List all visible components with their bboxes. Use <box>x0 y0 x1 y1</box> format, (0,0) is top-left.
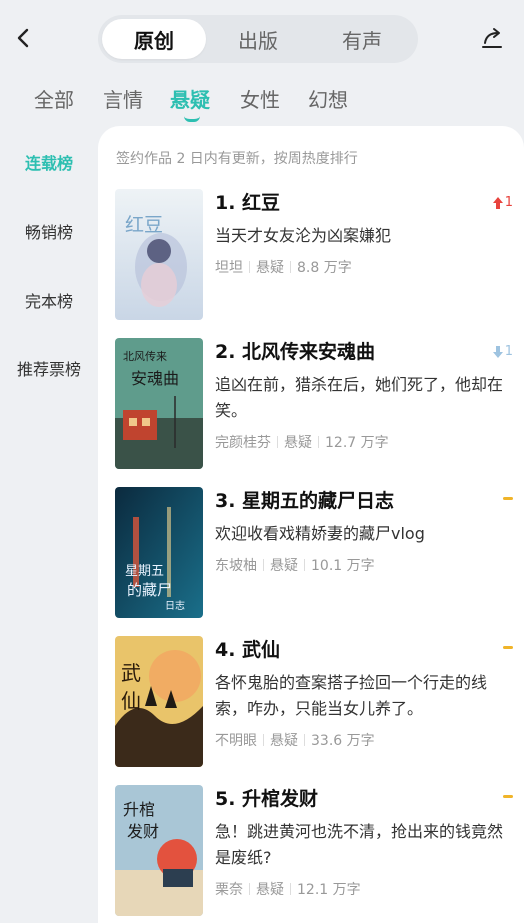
book-meta: 完颜桂芬 悬疑 12.7 万字 <box>215 432 513 452</box>
rank-change-badge <box>503 791 513 798</box>
book-cover: 红豆 <box>115 189 203 320</box>
book-title: 4. 武仙 <box>215 639 281 661</box>
segment-original[interactable]: 原创 <box>102 19 206 59</box>
book-heat: 12.1 万字 <box>297 882 361 898</box>
ranking-sidebar: 连载榜 畅销榜 完本榜 推荐票榜 <box>0 126 98 923</box>
book-author: 坦坦 <box>215 260 243 276</box>
book-title: 1. 红豆 <box>215 192 281 214</box>
sidebar-item-bestseller[interactable]: 畅销榜 <box>0 219 98 243</box>
svg-text:红豆: 红豆 <box>125 214 163 236</box>
sidebar-item-serializing[interactable]: 连载榜 <box>0 150 98 174</box>
rank-change-badge: 1 <box>492 344 513 359</box>
no-change-icon <box>503 497 513 500</box>
book-item[interactable]: 星期五 的藏尸 日志 3. 星期五的藏尸日志 欢迎收看戏精娇妻的藏尸vlog 东… <box>115 487 513 619</box>
book-cover: 武 仙 <box>115 636 203 767</box>
book-item[interactable]: 红豆 1. 红豆 当天才女友沦为凶案嫌犯 坦坦 悬疑 8.8 万字 1 <box>115 189 513 321</box>
book-cover: 升棺 发财 <box>115 785 203 916</box>
segment-published[interactable]: 出版 <box>206 19 310 59</box>
book-description: 各怀鬼胎的查案搭子捡回一个行走的线索，咋办，只能当女儿养了。 <box>215 673 488 718</box>
share-icon <box>482 28 502 48</box>
book-author: 完颜桂芬 <box>215 435 271 451</box>
tab-fantasy[interactable]: 幻想 <box>308 84 348 113</box>
book-genre: 悬疑 <box>270 733 298 749</box>
book-genre: 悬疑 <box>270 558 298 574</box>
book-title: 2. 北风传来安魂曲 <box>215 341 376 363</box>
ranking-list-panel: 签约作品 2 日内有更新，按周热度排行 红豆 1. 红豆 当天才女友沦为凶案嫌犯 <box>98 126 524 923</box>
svg-text:发财: 发财 <box>127 823 159 841</box>
book-title: 3. 星期五的藏尸日志 <box>215 490 395 512</box>
book-meta: 不明眼 悬疑 33.6 万字 <box>215 730 513 750</box>
rank-change-badge <box>503 642 513 649</box>
book-meta: 坦坦 悬疑 8.8 万字 <box>215 257 513 277</box>
top-bar: 原创 出版 有声 <box>0 0 524 78</box>
book-description: 急！跳进黄河也洗不清，抢出来的钱竟然是废纸? <box>215 822 504 867</box>
book-genre: 悬疑 <box>284 435 312 451</box>
svg-text:安魂曲: 安魂曲 <box>131 370 179 388</box>
book-genre: 悬疑 <box>256 260 284 276</box>
svg-text:星期五: 星期五 <box>125 563 164 578</box>
book-item[interactable]: 武 仙 4. 武仙 各怀鬼胎的查案搭子捡回一个行走的线索，咋办，只能当女儿养了。… <box>115 636 513 768</box>
svg-text:仙: 仙 <box>121 690 141 713</box>
svg-text:北风传来: 北风传来 <box>123 350 167 363</box>
no-change-icon <box>503 646 513 649</box>
sidebar-item-recommend-votes[interactable]: 推荐票榜 <box>0 356 98 380</box>
book-item[interactable]: 北风传来 安魂曲 2. 北风传来安魂曲 追凶在前，猎杀在后，她们死了，他却在笑。… <box>115 338 513 470</box>
book-description: 当天才女友沦为凶案嫌犯 <box>215 226 392 245</box>
book-heat: 33.6 万字 <box>311 733 375 749</box>
svg-text:升棺: 升棺 <box>123 801 155 819</box>
share-button[interactable] <box>474 20 510 56</box>
ranking-note: 签约作品 2 日内有更新，按周热度排行 <box>116 151 358 167</box>
rank-change-badge <box>503 493 513 500</box>
active-tab-indicator <box>184 116 200 122</box>
arrow-up-icon <box>492 196 503 209</box>
book-item[interactable]: 升棺 发财 5. 升棺发财 急！跳进黄河也洗不清，抢出来的钱竟然是废纸? 栗奈悬… <box>115 785 513 917</box>
category-tabs: 全部 言情 悬疑 女性 幻想 <box>0 78 524 124</box>
chevron-left-icon <box>17 28 29 48</box>
tab-female[interactable]: 女性 <box>240 84 280 113</box>
source-segment-control: 原创 出版 有声 <box>98 15 418 63</box>
svg-text:日志: 日志 <box>165 599 185 612</box>
segment-audio[interactable]: 有声 <box>310 19 414 59</box>
book-meta: 栗奈 悬疑 12.1 万字 <box>215 879 513 899</box>
sidebar-item-completed[interactable]: 完本榜 <box>0 288 98 312</box>
arrow-down-icon <box>492 345 503 358</box>
svg-text:武: 武 <box>121 662 141 685</box>
book-cover: 北风传来 安魂曲 <box>115 338 203 469</box>
book-heat: 10.1 万字 <box>311 558 375 574</box>
book-description: 欢迎收看戏精娇妻的藏尸vlog <box>215 524 425 543</box>
svg-text:的藏尸: 的藏尸 <box>127 582 172 599</box>
book-meta: 东坡柚 悬疑 10.1 万字 <box>215 555 513 575</box>
book-cover: 星期五 的藏尸 日志 <box>115 487 203 618</box>
tab-romance[interactable]: 言情 <box>103 84 143 113</box>
book-genre: 悬疑 <box>256 882 284 898</box>
book-description: 追凶在前，猎杀在后，她们死了，他却在笑。 <box>215 375 504 420</box>
book-author: 东坡柚 <box>215 558 257 574</box>
book-author: 栗奈 <box>215 882 243 898</box>
back-button[interactable] <box>6 20 42 56</box>
no-change-icon <box>503 795 513 798</box>
book-title: 5. 升棺发财 <box>215 788 319 810</box>
tab-all[interactable]: 全部 <box>34 84 74 113</box>
book-author: 不明眼 <box>215 733 257 749</box>
rank-change-badge: 1 <box>492 195 513 210</box>
book-heat: 8.8 万字 <box>297 260 352 276</box>
tab-mystery[interactable]: 悬疑 <box>170 84 210 113</box>
book-heat: 12.7 万字 <box>325 435 389 451</box>
